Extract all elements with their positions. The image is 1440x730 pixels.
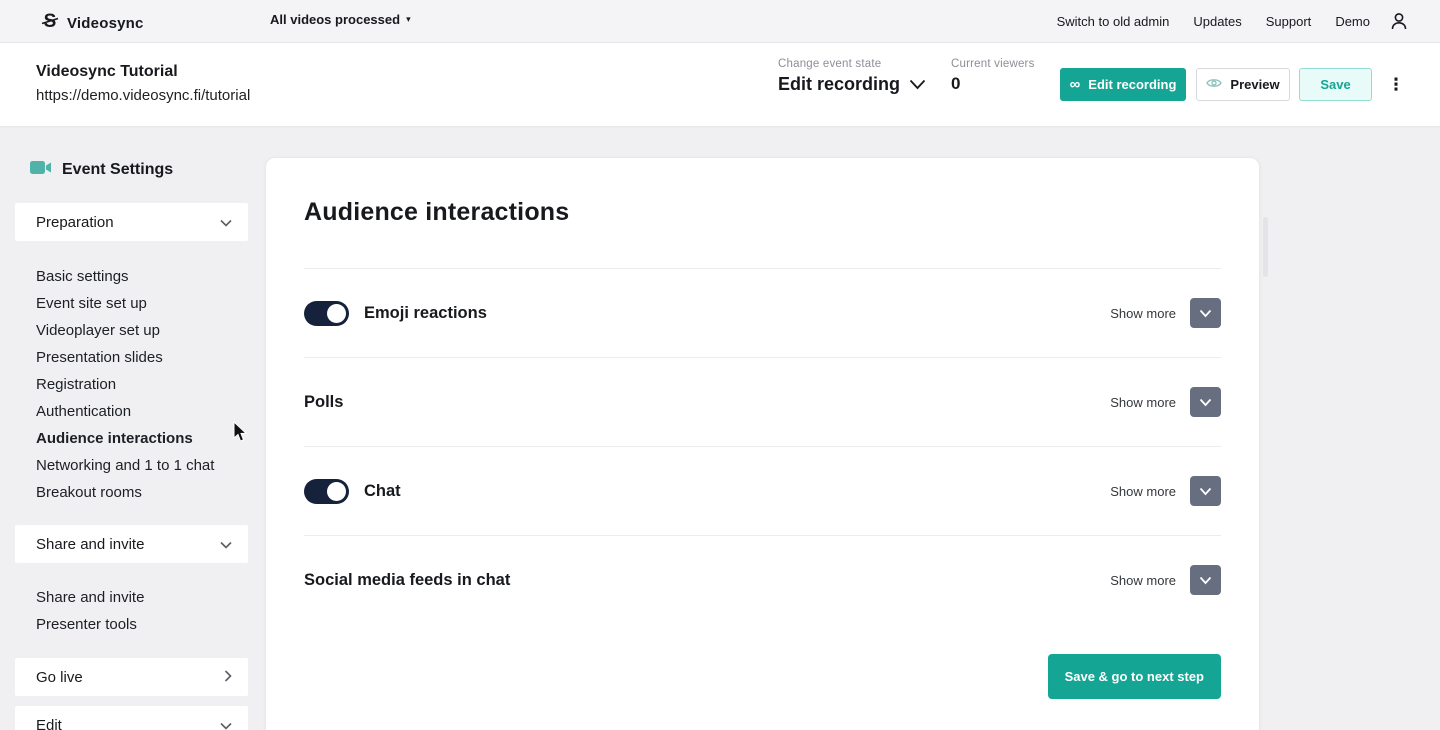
save-button-label: Save — [1320, 77, 1350, 92]
feature-row-polls: Polls Show more — [304, 358, 1221, 446]
section-edit-label: Edit — [36, 717, 62, 730]
event-state-select[interactable]: Edit recording — [778, 74, 926, 95]
top-navigation: Switch to old admin Updates Support Demo — [1057, 0, 1370, 43]
event-title: Videosync Tutorial — [36, 63, 250, 81]
sidebar-item-breakout-rooms[interactable]: Breakout rooms — [15, 479, 248, 506]
feature-label: Emoji reactions — [364, 304, 487, 323]
sidebar-section-preparation[interactable]: Preparation — [15, 203, 248, 241]
videosync-logo-icon: S — [40, 10, 60, 37]
chevron-down-icon — [220, 536, 232, 553]
preview-button-label: Preview — [1230, 77, 1279, 92]
feature-label: Social media feeds in chat — [304, 571, 510, 590]
preview-button[interactable]: Preview — [1196, 68, 1290, 101]
expand-chevron-button[interactable] — [1190, 565, 1221, 595]
video-camera-icon — [30, 160, 52, 180]
section-share-label: Share and invite — [36, 536, 144, 553]
brand[interactable]: S Videosync — [40, 10, 144, 37]
event-state-label: Change event state — [778, 58, 926, 70]
videos-processed-dropdown[interactable]: All videos processed ▾ — [270, 12, 411, 27]
panel-footer: Save & go to next step — [304, 654, 1221, 699]
sidebar-item-registration[interactable]: Registration — [15, 371, 248, 398]
toggle-knob — [327, 304, 346, 323]
eye-icon — [1206, 77, 1222, 92]
videos-processed-label: All videos processed — [270, 12, 400, 27]
edit-recording-button-label: Edit recording — [1088, 77, 1176, 92]
sidebar-item-videoplayer-set-up[interactable]: Videoplayer set up — [15, 317, 248, 344]
show-more-link[interactable]: Show more — [1110, 484, 1176, 499]
feature-row-social-media-feeds: Social media feeds in chat Show more — [304, 536, 1221, 624]
chevron-right-icon — [224, 669, 232, 686]
sidebar-item-authentication[interactable]: Authentication — [15, 398, 248, 425]
toggle-knob — [327, 482, 346, 501]
event-state-value: Edit recording — [778, 74, 900, 95]
sidebar-section-share-and-invite[interactable]: Share and invite — [15, 525, 248, 563]
section-go-live-label: Go live — [36, 669, 83, 686]
event-info: Videosync Tutorial https://demo.videosyn… — [36, 63, 250, 104]
chat-toggle[interactable] — [304, 479, 349, 504]
feature-label: Chat — [364, 482, 401, 501]
save-button[interactable]: Save — [1299, 68, 1372, 101]
sidebar-item-presenter-tools[interactable]: Presenter tools — [15, 611, 248, 638]
feature-row-chat: Chat Show more — [304, 447, 1221, 535]
sidebar-item-audience-interactions[interactable]: Audience interactions — [15, 425, 248, 452]
recording-icon: ∞ — [1070, 77, 1081, 92]
expand-chevron-button[interactable] — [1190, 387, 1221, 417]
sidebar-item-share-and-invite[interactable]: Share and invite — [15, 584, 248, 611]
show-more-link[interactable]: Show more — [1110, 573, 1176, 588]
feature-row-emoji-reactions: Emoji reactions Show more — [304, 269, 1221, 357]
main-panel: Audience interactions Emoji reactions Sh… — [265, 157, 1260, 730]
content-area: Event Settings Preparation Basic setting… — [0, 126, 1440, 730]
event-url[interactable]: https://demo.videosync.fi/tutorial — [36, 87, 250, 104]
show-more-link[interactable]: Show more — [1110, 306, 1176, 321]
chevron-down-icon — [220, 214, 232, 231]
sidebar-preparation-items: Basic settings Event site set up Videopl… — [15, 263, 248, 506]
sidebar-share-items: Share and invite Presenter tools — [15, 584, 248, 638]
page-title: Audience interactions — [304, 158, 1221, 227]
more-options-kebab-icon[interactable]: ⋮ — [1386, 68, 1406, 101]
user-icon[interactable] — [1388, 10, 1410, 32]
save-and-next-step-button[interactable]: Save & go to next step — [1048, 654, 1221, 699]
emoji-reactions-toggle[interactable] — [304, 301, 349, 326]
sidebar-item-networking-1to1-chat[interactable]: Networking and 1 to 1 chat — [15, 452, 248, 479]
event-state-block: Change event state Edit recording — [778, 58, 926, 95]
page-header: Videosync Tutorial https://demo.videosyn… — [0, 43, 1440, 126]
show-more-link[interactable]: Show more — [1110, 395, 1176, 410]
brand-name: Videosync — [67, 15, 144, 32]
section-preparation-label: Preparation — [36, 214, 114, 231]
sidebar-item-event-site-set-up[interactable]: Event site set up — [15, 290, 248, 317]
expand-chevron-button[interactable] — [1190, 298, 1221, 328]
topbar: S Videosync All videos processed ▾ Switc… — [0, 0, 1440, 43]
current-viewers-block: Current viewers 0 — [951, 58, 1035, 94]
edit-recording-button[interactable]: ∞ Edit recording — [1060, 68, 1186, 101]
chevron-down-icon — [909, 74, 926, 95]
caret-down-icon: ▾ — [406, 15, 411, 24]
sidebar-section-go-live[interactable]: Go live — [15, 658, 248, 696]
sidebar-section-edit[interactable]: Edit — [15, 706, 248, 730]
sidebar-title-label: Event Settings — [62, 161, 173, 179]
current-viewers-label: Current viewers — [951, 58, 1035, 70]
nav-support[interactable]: Support — [1266, 14, 1312, 29]
current-viewers-count: 0 — [951, 74, 1035, 94]
feature-label: Polls — [304, 393, 343, 412]
nav-demo[interactable]: Demo — [1335, 14, 1370, 29]
sidebar-title: Event Settings — [30, 160, 173, 180]
sidebar-item-presentation-slides[interactable]: Presentation slides — [15, 344, 248, 371]
nav-switch-old-admin[interactable]: Switch to old admin — [1057, 14, 1170, 29]
expand-chevron-button[interactable] — [1190, 476, 1221, 506]
chevron-down-icon — [220, 717, 232, 730]
nav-updates[interactable]: Updates — [1193, 14, 1241, 29]
sidebar-item-basic-settings[interactable]: Basic settings — [15, 263, 248, 290]
scrollbar-thumb[interactable] — [1263, 217, 1268, 277]
